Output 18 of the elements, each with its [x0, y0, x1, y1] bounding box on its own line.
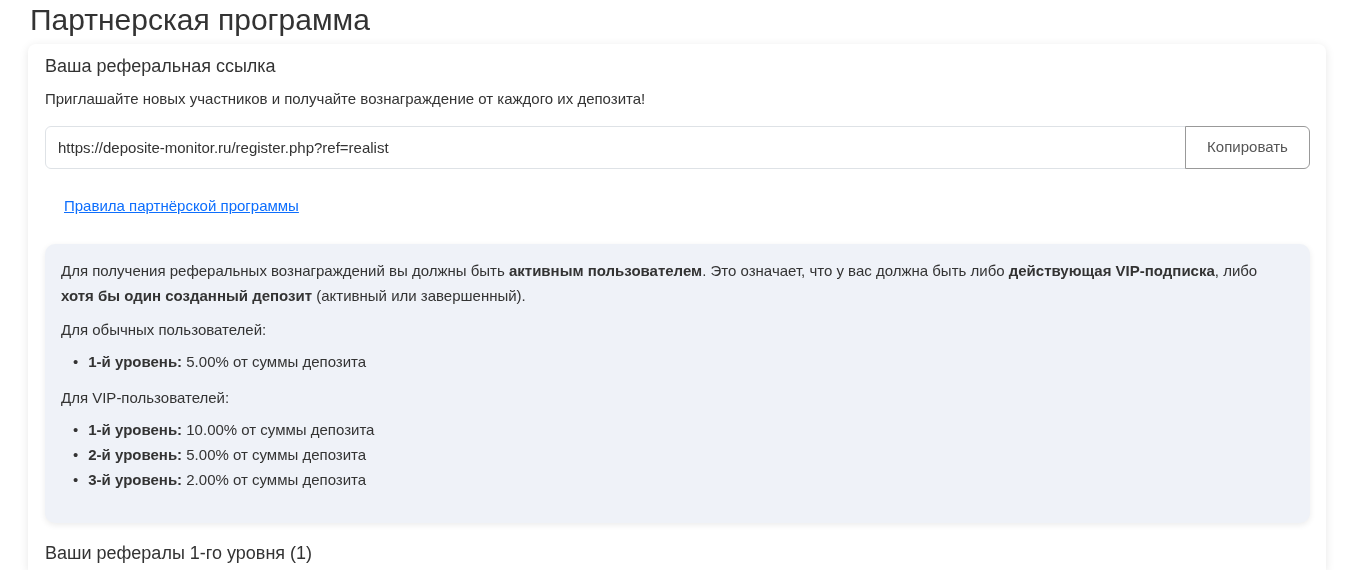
copy-button[interactable]: Копировать	[1185, 126, 1310, 170]
list-item: 1-й уровень: 10.00% от суммы депозита	[88, 420, 375, 441]
bullet-icon: •	[73, 418, 79, 444]
section-heading: Ваши рефералы 1-го уровня (1)	[45, 542, 314, 565]
list-item: 1-й уровень: 5.00% от суммы депозита	[88, 352, 367, 373]
link-field[interactable]: https://deposite-monitor.ru/register.php?ref=realist	[45, 126, 1186, 170]
section-heading: Ваша реферальная ссылка	[45, 56, 277, 78]
bullet-icon: •	[73, 443, 79, 468]
info-paragraph: Для получения реферальных вознаграждений вы должны быть активным пользователем. Это означает, что у вас должна быть либо действующая VIP-подписка, либо хотя бы один созданный депозит (активный или завершенный).	[61, 260, 1259, 307]
bullet-icon: •	[73, 467, 79, 493]
group-title: Для обычных пользователей:	[61, 319, 268, 340]
list-item: 3-й уровень: 2.00% от суммы депозита	[88, 469, 367, 490]
group-title: Для VIP-пользователей:	[61, 387, 231, 408]
description-text: Приглашайте новых участников и получайте вознаграждение от каждого их депозита!	[45, 88, 647, 109]
list-item: 2-й уровень: 5.00% от суммы депозита	[88, 445, 367, 466]
rules-link[interactable]: Правила партнёрской программы	[64, 195, 299, 218]
page-title: Партнерская программа	[30, 2, 371, 38]
bullet-icon: •	[73, 350, 79, 375]
